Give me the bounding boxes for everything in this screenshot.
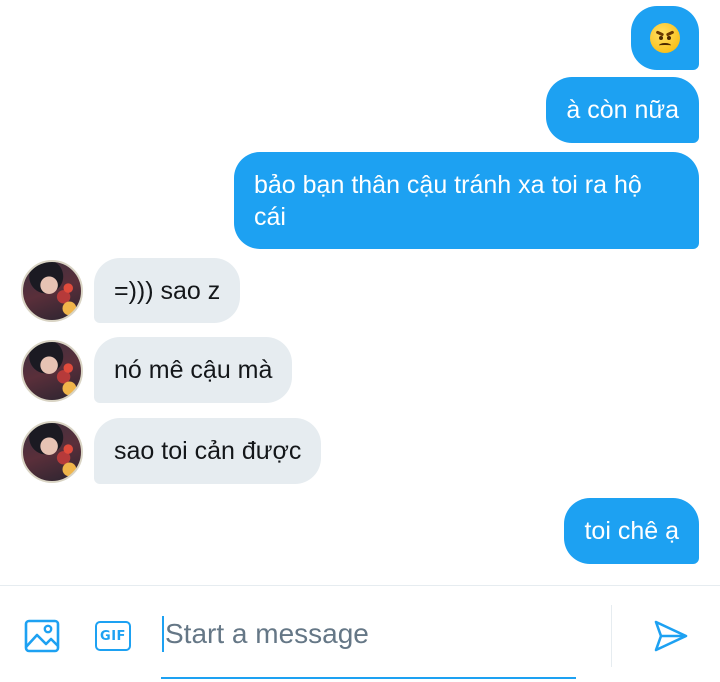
angry-face-icon bbox=[650, 23, 680, 53]
message-text: à còn nữa bbox=[566, 96, 679, 124]
message-text: toi chê ạ bbox=[584, 517, 679, 545]
outgoing-message[interactable]: à còn nữa bbox=[546, 77, 699, 143]
incoming-message[interactable]: =))) sao z bbox=[94, 258, 241, 323]
message-composer: GIF bbox=[0, 585, 720, 682]
incoming-message[interactable]: nó mê cậu mà bbox=[94, 337, 293, 403]
image-icon bbox=[24, 619, 60, 653]
message-text: =))) sao z bbox=[114, 277, 221, 305]
contact-avatar[interactable] bbox=[21, 340, 83, 402]
contact-avatar[interactable] bbox=[21, 260, 83, 322]
outgoing-message-emoji[interactable] bbox=[631, 6, 699, 70]
contact-avatar[interactable] bbox=[21, 421, 83, 483]
composer-divider bbox=[611, 605, 612, 667]
outgoing-message[interactable]: toi chê ạ bbox=[564, 498, 699, 564]
message-text: nó mê cậu mà bbox=[114, 356, 273, 384]
gif-button[interactable]: GIF bbox=[93, 616, 133, 656]
send-button[interactable] bbox=[651, 616, 691, 656]
message-text: sao toi cản được bbox=[114, 437, 302, 465]
send-icon bbox=[654, 620, 688, 652]
message-input[interactable] bbox=[161, 611, 576, 679]
media-button[interactable] bbox=[22, 616, 62, 656]
incoming-message[interactable]: sao toi cản được bbox=[94, 418, 322, 484]
message-thread: à còn nữa bảo bạn thân cậu tránh xa toi … bbox=[0, 0, 720, 585]
message-text: bảo bạn thân cậu tránh xa toi ra hộ cái bbox=[254, 171, 642, 231]
gif-icon: GIF bbox=[95, 621, 131, 651]
outgoing-message[interactable]: bảo bạn thân cậu tránh xa toi ra hộ cái bbox=[234, 152, 699, 249]
text-caret bbox=[162, 616, 164, 652]
